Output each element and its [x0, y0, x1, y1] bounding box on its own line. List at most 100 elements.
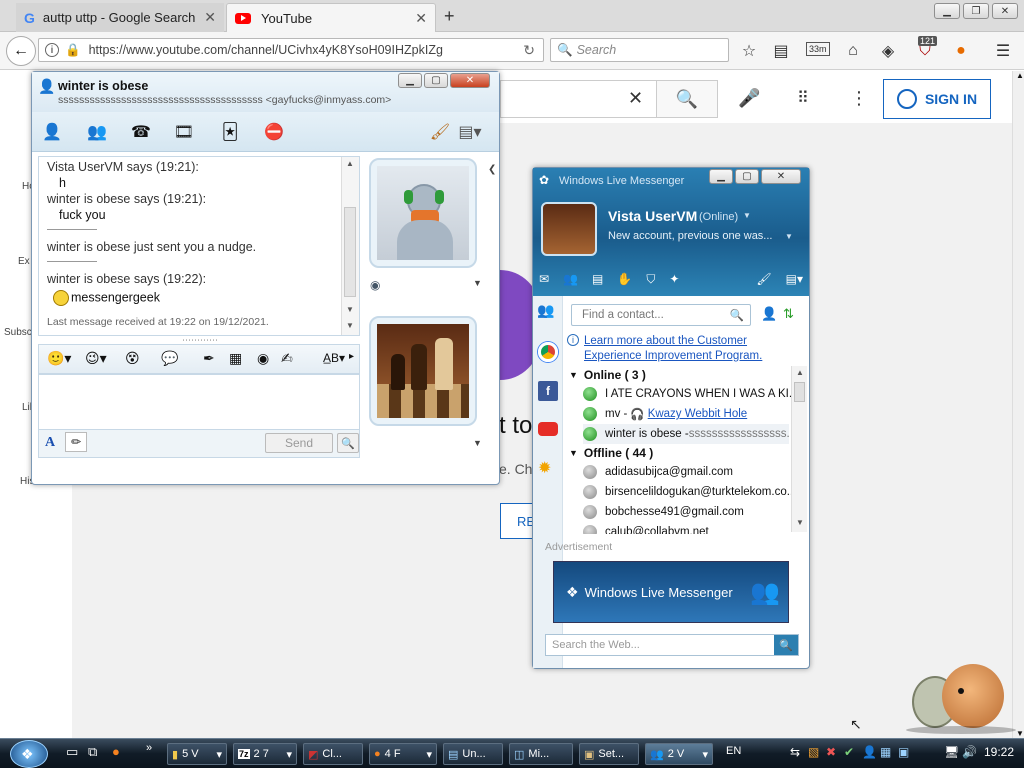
youtube-search-button[interactable]: 🔍	[656, 80, 718, 118]
gadget-icon[interactable]: ✋	[617, 272, 632, 286]
own-display-picture[interactable]	[369, 316, 477, 426]
chrome-icon[interactable]	[538, 342, 558, 362]
tray-windows-icon[interactable]: ▦	[880, 745, 891, 759]
search-box[interactable]: 🔍 Search	[550, 38, 729, 62]
close-tab-icon[interactable]: ✕	[204, 9, 216, 26]
more-vert-icon[interactable]: ⋮	[850, 88, 868, 109]
microphone-icon[interactable]: 🎤	[738, 88, 760, 109]
history-scrollbar[interactable]: ▲ ▼ ▼	[341, 157, 359, 335]
call-icon[interactable]: ☎	[129, 120, 153, 144]
video-icon[interactable]: 🎞	[172, 120, 196, 144]
message-input[interactable]	[38, 374, 360, 430]
tray-buddy-icon[interactable]: 👤	[862, 745, 877, 759]
webcam-status-icon[interactable]: ◉	[370, 278, 380, 292]
now-playing-link[interactable]: Kwazy Webbit Hole	[648, 408, 748, 420]
firefox-quicklaunch-icon[interactable]: ●	[112, 744, 120, 759]
tab-youtube[interactable]: YouTube ✕	[226, 3, 436, 32]
maximize-icon[interactable]: ▢	[424, 73, 448, 88]
ink-icon[interactable]: ✒	[203, 350, 215, 367]
more-arrow-icon[interactable]: ▸	[349, 351, 354, 362]
menu-dropdown-icon[interactable]: ▤▾	[458, 120, 482, 144]
start-button[interactable]: ❖	[10, 740, 48, 768]
close-window-icon[interactable]: ✕	[992, 3, 1018, 19]
taskbar-item-notepad[interactable]: ▤ Un...	[443, 743, 503, 765]
sidebar-item-explore[interactable]: Ex	[18, 256, 30, 267]
contact-item[interactable]: birsencelildogukan@turktelekom.co...	[583, 482, 805, 502]
taskbar-item-setup[interactable]: ▣ Set...	[579, 743, 639, 765]
contact-display-picture[interactable]	[369, 158, 477, 268]
home-icon[interactable]: ⌂	[842, 40, 864, 62]
sign-in-button[interactable]: SIGN IN	[883, 79, 991, 119]
share-files-icon[interactable]: 👥	[85, 120, 109, 144]
back-arrow-icon[interactable]: ←	[6, 36, 36, 66]
tray-messenger-icon[interactable]: ✔	[844, 745, 854, 759]
taskbar-item-messenger[interactable]: 👥 2 V ▾	[645, 743, 713, 765]
language-indicator[interactable]: EN	[726, 745, 741, 757]
add-contact-icon[interactable]: 👤	[761, 306, 777, 322]
menu-dropdown-icon[interactable]: ▤▾	[786, 272, 803, 286]
send-button[interactable]: Send	[265, 433, 333, 453]
quicklaunch-more-icon[interactable]: »	[146, 742, 152, 754]
taskbar-item-7zip[interactable]: 7z 2 7 ▾	[233, 743, 297, 765]
search-button[interactable]: 🔍	[337, 433, 359, 453]
mail-icon[interactable]: ✉	[539, 272, 549, 286]
new-tab-icon[interactable]: +	[444, 6, 455, 27]
switch-windows-icon[interactable]: ⧉	[88, 744, 97, 760]
tray-app-icon[interactable]: ▧	[808, 745, 819, 759]
partial-button[interactable]: RE	[500, 503, 535, 539]
reload-icon[interactable]: ↻	[523, 42, 535, 59]
status-dropdown-icon[interactable]: ▼	[743, 211, 751, 220]
minimize-icon[interactable]: ▁	[709, 169, 733, 184]
dropdown-arrow-icon[interactable]: ▼	[473, 278, 482, 288]
contacts-icon[interactable]: 👥	[563, 272, 578, 286]
notification-icon[interactable]: ✦	[669, 272, 679, 286]
user-status[interactable]: (Online)	[699, 211, 738, 223]
pocket-icon[interactable]: ◈	[877, 40, 899, 62]
sun-icon[interactable]: ✹	[538, 458, 551, 478]
emoticon-icon[interactable]: 🙂▾	[47, 350, 71, 367]
background-icon[interactable]: ▦	[229, 350, 242, 367]
wink-icon[interactable]: 😉▾	[85, 350, 107, 367]
tray-volume-icon[interactable]: 🔊	[962, 745, 977, 759]
scroll-thumb[interactable]	[344, 207, 356, 297]
user-name[interactable]: Vista UserVM	[608, 208, 697, 224]
url-bar[interactable]: i 🔒 https://www.youtube.com/channel/UCiv…	[38, 38, 544, 62]
info-icon[interactable]: i	[45, 43, 59, 57]
ink-mode-icon[interactable]: ✏	[65, 432, 87, 452]
youtube-icon[interactable]	[538, 422, 558, 436]
contact-item[interactable]: bobchesse491@gmail.com	[583, 502, 805, 522]
theme-brush-icon[interactable]: 🖌	[428, 120, 452, 144]
text-mode-icon[interactable]: A	[45, 435, 55, 451]
close-icon[interactable]: ✕	[761, 169, 801, 184]
voice-clip-icon[interactable]: 😵	[125, 350, 140, 367]
close-tab-icon[interactable]: ✕	[415, 10, 427, 27]
webcam-icon[interactable]: ◉	[257, 350, 269, 367]
nudge-icon[interactable]: 💬	[161, 350, 178, 367]
extension-timer[interactable]: 33m	[806, 42, 830, 56]
apps-grid-icon[interactable]: ⠿	[797, 88, 809, 108]
contact-item[interactable]: I ATE CRAYONS WHEN I WAS A KI...	[583, 384, 805, 404]
sort-contacts-icon[interactable]: ⇅	[783, 306, 794, 322]
message-dropdown-icon[interactable]: ▼	[785, 232, 793, 241]
shield-icon[interactable]: ⛉	[646, 272, 655, 287]
web-search-button[interactable]: 🔍	[774, 635, 798, 655]
find-contact-input[interactable]: Find a contact... 🔍	[571, 304, 751, 326]
contact-item[interactable]: calub@collabvm.net	[583, 522, 805, 534]
show-desktop-icon[interactable]: ▭	[66, 744, 78, 760]
taskbar-item-folders[interactable]: ▮ 5 V ▾	[167, 743, 227, 765]
theme-brush-icon[interactable]: 🖌	[756, 272, 771, 286]
block-contact-icon[interactable]: ⛔	[262, 120, 286, 144]
bookmark-star-icon[interactable]: ☆	[738, 40, 760, 62]
handwriting-icon[interactable]: ✍	[281, 350, 293, 367]
ceip-link[interactable]: Learn more about the Customer Experience…	[584, 334, 784, 364]
contact-item[interactable]: adidasubijca@gmail.com	[583, 462, 805, 482]
web-search-input[interactable]: Search the Web... 🔍	[545, 634, 799, 656]
conversation-history[interactable]: Vista UserVM says (19:21): h winter is o…	[38, 156, 360, 336]
advertisement-banner[interactable]: ❖ Windows Live Messenger 👥	[553, 561, 789, 623]
contact-item[interactable]: mv - 🎧 Kwazy Webbit Hole	[583, 404, 805, 424]
tray-monitor-icon[interactable]: 🖥	[944, 745, 959, 759]
tray-network-icon[interactable]: ⇆	[790, 745, 800, 759]
tab-google-search[interactable]: G auttp uttp - Google Search ✕	[16, 3, 224, 32]
tray-alert-icon[interactable]: ✖	[826, 745, 836, 759]
dropdown-arrow-icon[interactable]: ▼	[473, 438, 482, 448]
